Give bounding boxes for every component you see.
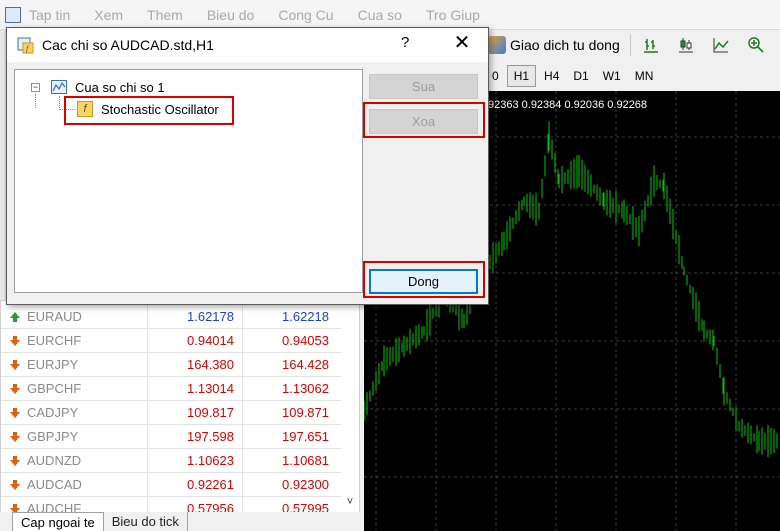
edit-button[interactable]: Sua <box>369 74 478 99</box>
market-bid: 164.380 <box>147 352 242 377</box>
bar-chart-icon[interactable] <box>641 34 662 56</box>
market-symbol: AUDNZD <box>27 453 82 468</box>
market-bid: 0.94014 <box>147 328 242 353</box>
market-bid: 1.62178 <box>147 304 242 329</box>
market-bid: 0.92261 <box>147 472 242 497</box>
indicator-window-icon <box>51 80 67 94</box>
tree-item-indicator-window[interactable]: Cua so chi so 1 <box>75 80 165 95</box>
market-bid: 109.817 <box>147 400 242 425</box>
market-bid: 1.13014 <box>147 376 242 401</box>
market-row[interactable]: EURCHF 0.94014 0.94053 <box>1 328 341 353</box>
menu-file[interactable]: Tap tin <box>29 7 70 23</box>
menu-bar: Tap tin Xem Them Bieu do Cong Cu Cua so … <box>0 0 780 30</box>
market-ask: 0.57995 <box>242 496 337 512</box>
close-icon[interactable]: ✕ <box>453 33 471 53</box>
market-bid: 0.57956 <box>147 496 242 512</box>
app-icon[interactable] <box>5 6 21 23</box>
dialog-title: Cac chi so AUDCAD.std,H1 <box>42 37 214 53</box>
tree-connector <box>59 96 60 110</box>
tab-tick-chart[interactable]: Bieu do tick <box>104 512 188 531</box>
market-ask: 0.94053 <box>242 328 337 353</box>
market-ask: 164.428 <box>242 352 337 377</box>
chart-ohlc-readout: 92363 0.92384 0.92036 0.92268 <box>488 99 648 111</box>
timeframe-h4[interactable]: H4 <box>538 66 565 86</box>
menu-insert[interactable]: Them <box>147 7 183 23</box>
market-symbol: EURCHF <box>27 333 82 348</box>
down-arrow-icon <box>9 407 21 419</box>
market-symbol: CADJPY <box>27 405 79 420</box>
timeframe-bar: 0 H1 H4 D1 W1 MN <box>486 62 780 90</box>
market-row[interactable]: AUDCHF 0.57956 0.57995 <box>1 496 341 512</box>
timeframe-h1[interactable]: H1 <box>506 65 537 87</box>
market-bid: 1.10623 <box>147 448 242 473</box>
market-symbol: EURJPY <box>27 357 79 372</box>
market-bid: 197.598 <box>147 424 242 449</box>
indicators-icon: f <box>17 37 34 54</box>
market-watch-panel: EURAUD 1.62178 1.62218 EURCHF 0.94014 0.… <box>0 300 360 513</box>
market-ask: 197.651 <box>242 424 337 449</box>
tree-connector <box>35 94 36 108</box>
down-arrow-icon <box>9 479 21 491</box>
market-row[interactable]: AUDNZD 1.10623 1.10681 <box>1 448 341 473</box>
toolbar: Giao dich tu dong <box>486 30 780 60</box>
down-arrow-icon <box>9 455 21 467</box>
toolbar-separator <box>629 34 631 56</box>
timeframe-d1[interactable]: D1 <box>567 66 594 86</box>
timeframe-mn[interactable]: MN <box>629 66 660 86</box>
market-symbol: AUDCAD <box>27 477 82 492</box>
market-ask: 1.10681 <box>242 448 337 473</box>
down-arrow-icon <box>9 335 21 347</box>
menu-help[interactable]: Tro Giup <box>426 7 480 23</box>
market-symbol: GBPJPY <box>27 429 79 444</box>
down-arrow-icon <box>9 359 21 371</box>
highlight-box <box>363 261 485 298</box>
auto-trading-label: Giao dich tu dong <box>510 37 620 53</box>
market-symbol: EURAUD <box>27 309 82 324</box>
market-row[interactable]: EURAUD 1.62178 1.62218 <box>1 304 341 329</box>
market-watch-tabs: Cap ngoai te Bieu do tick <box>0 512 360 531</box>
market-row[interactable]: GBPJPY 197.598 197.651 <box>1 424 341 449</box>
market-symbol: GBPCHF <box>27 381 82 396</box>
dialog-title-bar: f Cac chi so AUDCAD.std,H1 ? ✕ <box>7 28 488 62</box>
market-row[interactable]: EURJPY 164.380 164.428 <box>1 352 341 377</box>
down-arrow-icon <box>9 431 21 443</box>
market-row[interactable]: AUDCAD 0.92261 0.92300 <box>1 472 341 497</box>
market-ask: 109.871 <box>242 400 337 425</box>
line-chart-icon[interactable] <box>710 34 731 56</box>
highlight-box <box>64 96 234 125</box>
menu-tools[interactable]: Cong Cu <box>278 7 333 23</box>
menu-window[interactable]: Cua so <box>358 7 402 23</box>
market-row[interactable]: GBPCHF 1.13014 1.13062 <box>1 376 341 401</box>
market-ask: 1.13062 <box>242 376 337 401</box>
market-ask: 0.92300 <box>242 472 337 497</box>
timeframe-w1[interactable]: W1 <box>597 66 627 86</box>
zoom-in-icon[interactable] <box>745 34 766 56</box>
indicator-tree: − Cua so chi so 1 f Stochastic Oscillato… <box>14 69 363 293</box>
market-row[interactable]: CADJPY 109.817 109.871 <box>1 400 341 425</box>
highlight-box <box>363 102 485 138</box>
market-ask: 1.62218 <box>242 304 337 329</box>
auto-trading-icon <box>488 36 506 54</box>
down-arrow-icon <box>9 383 21 395</box>
indicators-dialog: f Cac chi so AUDCAD.std,H1 ? ✕ − Cua so … <box>6 27 489 305</box>
collapse-icon[interactable]: − <box>31 83 40 92</box>
auto-trading-button[interactable]: Giao dich tu dong <box>488 36 620 54</box>
menu-view[interactable]: Xem <box>94 7 123 23</box>
help-button[interactable]: ? <box>401 34 409 51</box>
up-arrow-icon <box>9 311 21 323</box>
tab-symbols[interactable]: Cap ngoai te <box>12 512 104 531</box>
candlestick-icon[interactable] <box>676 34 697 56</box>
scroll-down-icon[interactable]: ˅ <box>343 495 357 509</box>
menu-charts[interactable]: Bieu do <box>207 7 254 23</box>
